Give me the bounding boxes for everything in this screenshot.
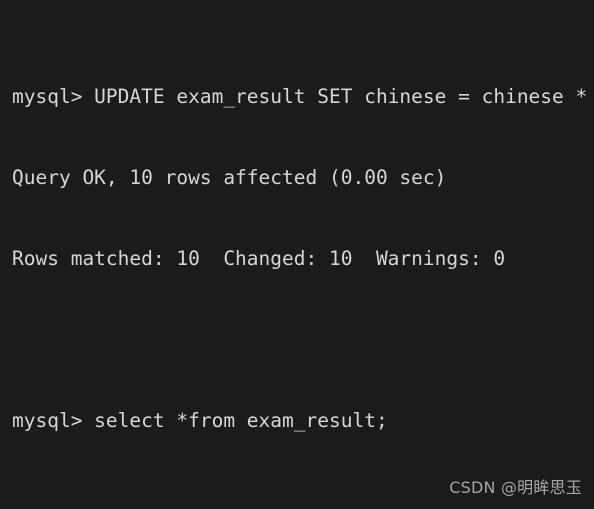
- command-line-select: mysql> select *from exam_result;: [12, 409, 388, 432]
- watermark: CSDN @明眸思玉: [449, 478, 582, 497]
- terminal-output: mysql> UPDATE exam_result SET chinese = …: [12, 2, 594, 509]
- command-line-update: mysql> UPDATE exam_result SET chinese = …: [12, 85, 594, 108]
- terminal-window[interactable]: mysql> UPDATE exam_result SET chinese = …: [0, 0, 594, 509]
- result-query-ok: Query OK, 10 rows affected (0.00 sec): [12, 166, 447, 189]
- result-rows-matched: Rows matched: 10 Changed: 10 Warnings: 0: [12, 247, 506, 270]
